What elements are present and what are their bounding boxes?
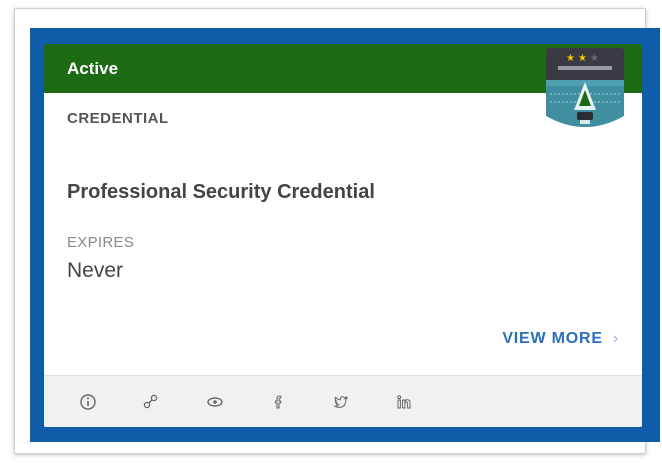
svg-text:★: ★ xyxy=(590,53,599,64)
credential-title: Professional Security Credential xyxy=(67,181,375,203)
view-more-label: VIEW MORE xyxy=(502,330,603,347)
chevron-right-icon: › xyxy=(612,330,619,347)
share-icon[interactable] xyxy=(140,391,162,413)
info-icon[interactable] xyxy=(77,391,99,413)
shield-badge-icon: ★ ★ ★ xyxy=(544,46,626,132)
svg-text:★: ★ xyxy=(578,53,587,64)
linkedin-icon[interactable] xyxy=(393,391,415,413)
credential-card[interactable]: Active ★ ★ ★ CREDENTIAL Professional Sec… xyxy=(44,44,642,427)
status-label: Active xyxy=(67,59,119,78)
expires-label: EXPIRES xyxy=(67,234,135,251)
twitter-icon[interactable] xyxy=(330,391,352,413)
facebook-icon[interactable] xyxy=(267,391,289,413)
view-icon[interactable] xyxy=(204,391,226,413)
svg-text:★: ★ xyxy=(566,53,575,64)
view-more-link[interactable]: VIEW MORE › xyxy=(502,330,619,348)
card-footer-actions xyxy=(44,375,642,427)
credential-type-label: CREDENTIAL xyxy=(67,110,169,127)
expires-value: Never xyxy=(67,259,124,282)
